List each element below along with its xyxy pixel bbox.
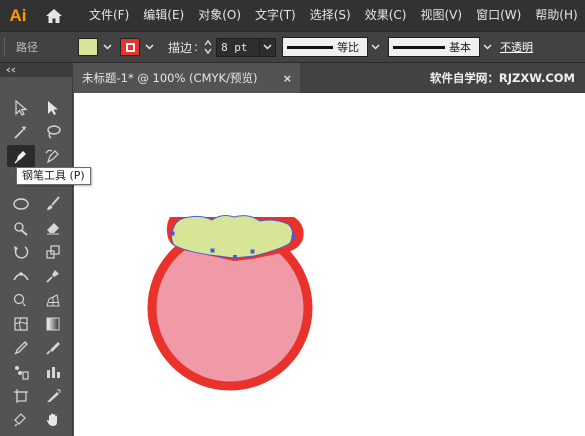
tool-row [7,384,71,408]
menu-items: 文件(F) 编辑(E) 对象(O) 文字(T) 选择(S) 效果(C) 视图(V… [82,0,585,31]
shaper-icon[interactable] [7,217,35,239]
lasso-icon[interactable] [39,121,67,143]
selection-icon[interactable] [7,97,35,119]
menu-object[interactable]: 对象(O) [191,0,248,31]
home-icon[interactable] [36,0,72,31]
width-icon[interactable] [7,265,35,287]
pen-tool-tooltip: 钢笔工具 (P) [16,167,91,185]
tool-row [7,336,71,360]
tool-row [7,192,71,216]
control-bar: 路径 描边 : 8 pt 等比 基本 不透明 [0,31,585,63]
direct-selection-icon[interactable] [39,97,67,119]
tool-row [7,408,71,432]
fill-swatch[interactable] [78,38,98,56]
column-graph-icon[interactable] [39,361,67,383]
stroke-label[interactable]: 描边 [168,39,192,56]
rotate-icon[interactable] [7,241,35,263]
gradient-icon[interactable] [39,313,67,335]
perspective-grid-icon[interactable] [39,289,67,311]
anchor-point[interactable] [250,249,255,254]
stroke-swatch-inner [125,42,135,52]
artboard-icon[interactable] [7,385,35,407]
magic-wand-icon[interactable] [7,121,35,143]
menu-help[interactable]: 帮助(H) [528,0,584,31]
menu-file[interactable]: 文件(F) [82,0,136,31]
brush-line [393,45,446,49]
document-tab-bar: 未标题-1* @ 100% (CMYK/预览) × 软件自学网：RJZXW.CO… [74,63,585,93]
pen-icon[interactable] [7,145,35,167]
fill-dropdown[interactable] [100,37,114,57]
profile-label: 等比 [337,41,360,54]
brush-definition[interactable]: 基本 [388,37,481,57]
close-icon[interactable]: × [283,72,292,85]
artwork [147,215,313,391]
paintbrush-icon[interactable] [39,193,67,215]
brush-label: 基本 [449,41,472,54]
blend-icon[interactable] [39,337,67,359]
artboard-canvas[interactable] [74,93,585,436]
menu-window[interactable]: 窗口(W) [469,0,528,31]
tool-row [7,216,71,240]
tool-row [7,312,71,336]
menu-effect[interactable]: 效果(C) [358,0,414,31]
tool-row [7,264,71,288]
menu-edit[interactable]: 编辑(E) [136,0,191,31]
symbol-sprayer-icon[interactable] [7,361,35,383]
illustrator-window: Ai 文件(F) 编辑(E) 对象(O) 文字(T) 选择(S) 效果(C) 视… [0,0,585,436]
menu-bar: Ai 文件(F) 编辑(E) 对象(O) 文字(T) 选择(S) 效果(C) 视… [0,0,585,31]
site-watermark: 软件自学网：RJZXW.COM [429,71,575,85]
tool-row [7,144,71,168]
stroke-dropdown[interactable] [142,37,156,57]
panel-grip[interactable] [4,38,10,56]
menu-type[interactable]: 文字(T) [248,0,303,31]
hand-icon-alt[interactable] [7,409,35,431]
stroke-weight-stepper[interactable] [202,36,214,58]
brush-dropdown[interactable] [480,37,494,57]
anchor-point[interactable] [291,235,296,239]
selection-type-label: 路径 [16,41,38,54]
profile-line [287,45,334,49]
menu-select[interactable]: 选择(S) [303,0,358,31]
opacity-label[interactable]: 不透明 [500,39,533,55]
tool-row [7,120,71,144]
shape-builder-icon[interactable] [7,289,35,311]
stroke-swatch[interactable] [120,38,140,56]
app-logo: Ai [9,5,27,25]
eyedropper-icon[interactable] [7,337,35,359]
profile-dropdown[interactable] [368,37,382,57]
puppet-warp-icon[interactable] [39,265,67,287]
ellipse-icon[interactable] [7,193,35,215]
tool-row [7,288,71,312]
mesh-icon[interactable] [7,313,35,335]
eraser-icon[interactable] [39,217,67,239]
anchor-point[interactable] [170,231,175,236]
slice-icon[interactable] [39,385,67,407]
tool-row [7,240,71,264]
variable-width-profile[interactable]: 等比 [282,37,369,57]
tool-row [7,360,71,384]
document-tab[interactable]: 未标题-1* @ 100% (CMYK/预览) × [74,63,300,93]
menu-view[interactable]: 视图(V) [413,0,469,31]
stroke-weight-input[interactable]: 8 pt [216,37,261,57]
hand-icon[interactable] [39,409,67,431]
document-tab-title: 未标题-1* @ 100% (CMYK/预览) [82,71,258,85]
stroke-weight-dropdown[interactable] [260,37,277,57]
stroke-colon: : [194,40,199,54]
tool-row [7,96,71,120]
tools-panel [0,63,73,436]
curvature-icon[interactable] [39,145,67,167]
tools-panel-header[interactable] [0,63,72,77]
anchor-point[interactable] [210,248,215,253]
scale-icon[interactable] [39,241,67,263]
tool-grid [7,96,71,432]
anchor-point[interactable] [233,255,237,259]
